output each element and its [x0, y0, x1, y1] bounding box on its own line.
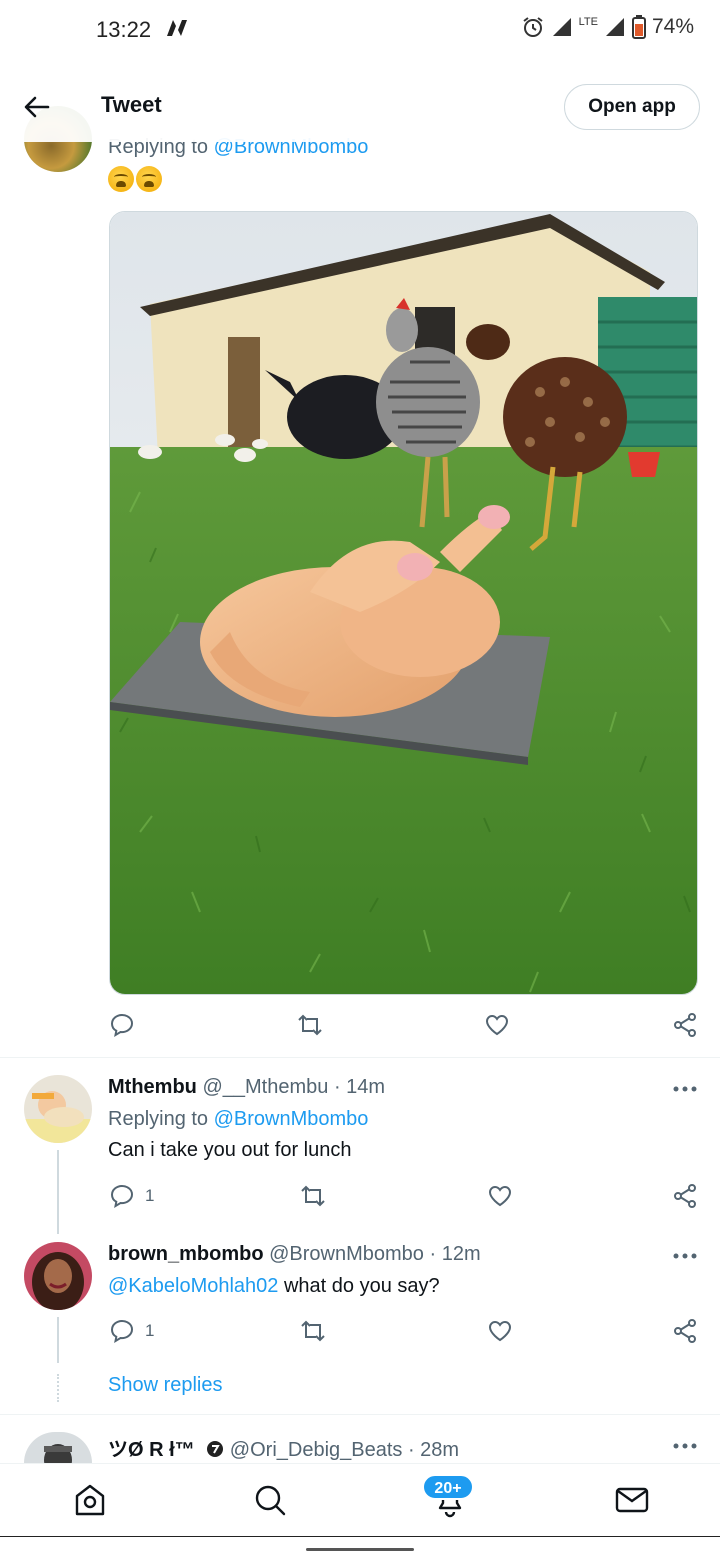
reply-count: 1	[145, 1321, 155, 1340]
heart-icon	[485, 1014, 509, 1036]
notifications-badge[interactable]: 20+	[422, 1474, 474, 1500]
replying-handle-link[interactable]: @BrownMbombo	[214, 1108, 369, 1130]
alarm-icon	[523, 17, 543, 37]
thread-line	[57, 1317, 59, 1363]
top-header: Tweet Open app	[0, 70, 720, 142]
retweet-icon	[301, 1320, 325, 1342]
system-home-bar	[0, 1536, 720, 1560]
avatar[interactable]	[24, 1075, 92, 1143]
reply-text: Can i take you out for lunch	[108, 1139, 352, 1161]
heart-icon	[488, 1320, 512, 1342]
share-action[interactable]	[672, 1318, 698, 1344]
like-action[interactable]	[487, 1183, 513, 1209]
battery-icon	[631, 15, 646, 39]
timestamp[interactable]: · 28m	[408, 1439, 459, 1461]
share-icon	[674, 1319, 696, 1343]
divider	[0, 1057, 720, 1058]
more-options-icon[interactable]	[672, 1084, 698, 1094]
divider	[0, 1414, 720, 1415]
tweet-photo[interactable]	[109, 211, 698, 995]
signal-icon-2	[605, 18, 624, 36]
comment-icon	[110, 1013, 134, 1038]
share-icon	[674, 1013, 696, 1037]
comment-icon	[110, 1319, 134, 1344]
tweet-emoji-text	[108, 166, 162, 192]
weary-face-emoji	[136, 166, 162, 192]
avatar[interactable]	[24, 1242, 92, 1310]
verified-icon	[207, 1441, 224, 1457]
retweet-icon	[301, 1185, 325, 1207]
search-icon[interactable]	[252, 1482, 288, 1518]
retweet-action[interactable]	[300, 1318, 326, 1344]
replying-prefix: Replying to	[108, 1108, 214, 1130]
more-options-icon[interactable]	[672, 1441, 698, 1451]
user-handle[interactable]: @Ori_Debig_Beats	[230, 1439, 403, 1461]
reply-action[interactable]	[109, 1012, 135, 1038]
reply-text-body: what do you say?	[278, 1275, 440, 1297]
bottom-navigation: 20+	[0, 1463, 720, 1535]
home-gesture-indicator[interactable]	[306, 1548, 414, 1551]
page-title: Tweet	[101, 92, 162, 117]
open-app-button[interactable]: Open app	[564, 84, 700, 130]
user-handle[interactable]: @__Mthembu	[202, 1076, 328, 1098]
like-action[interactable]	[487, 1318, 513, 1344]
signal-icon	[552, 18, 571, 36]
comment-icon	[110, 1184, 134, 1209]
display-name[interactable]: Mthembu	[108, 1076, 197, 1098]
status-icons: LTE 74%	[521, 15, 694, 39]
reply-count: 1	[145, 1186, 155, 1205]
share-action[interactable]	[672, 1012, 698, 1038]
reply-text: @KabeloMohlah02 what do you say?	[108, 1275, 440, 1298]
mail-icon[interactable]	[614, 1482, 650, 1518]
share-icon	[674, 1184, 696, 1208]
weary-face-emoji	[108, 166, 134, 192]
display-name[interactable]: brown_mbombo	[108, 1243, 264, 1265]
like-action[interactable]	[484, 1012, 510, 1038]
reply-header: Mthembu @__Mthembu · 14m	[108, 1076, 385, 1099]
reply-header: ツØ R ł™ @Ori_Debig_Beats · 28m	[108, 1433, 459, 1462]
show-replies-link[interactable]: Show replies	[108, 1374, 223, 1397]
reply-header: brown_mbombo @BrownMbombo · 12m	[108, 1243, 481, 1266]
display-name[interactable]: ツØ R ł™	[108, 1439, 195, 1461]
network-type: LTE	[578, 15, 598, 28]
avatar[interactable]	[24, 1432, 92, 1463]
reply-action[interactable]: 1	[109, 1318, 154, 1344]
retweet-action[interactable]	[297, 1012, 323, 1038]
reply-action[interactable]: 1	[109, 1183, 154, 1209]
battery-percent: 74%	[651, 15, 694, 38]
replying-to: Replying to @BrownMbombo	[108, 1108, 368, 1131]
home-icon[interactable]	[72, 1482, 108, 1518]
user-handle[interactable]: @BrownMbombo	[269, 1243, 424, 1265]
share-action[interactable]	[672, 1183, 698, 1209]
more-options-icon[interactable]	[672, 1251, 698, 1261]
retweet-action[interactable]	[300, 1183, 326, 1209]
timestamp[interactable]: · 12m	[429, 1243, 480, 1265]
status-bar: 13:22 LTE 74%	[0, 0, 720, 60]
status-time: 13:22	[96, 17, 152, 42]
thread-line	[57, 1150, 59, 1234]
timestamp[interactable]: · 14m	[334, 1076, 385, 1098]
back-arrow-icon[interactable]	[20, 90, 54, 124]
thread-more-dots	[57, 1374, 59, 1402]
mention-link[interactable]: @KabeloMohlah02	[108, 1275, 278, 1297]
retweet-icon	[298, 1014, 322, 1036]
nfc-icon	[164, 16, 190, 45]
heart-icon	[488, 1185, 512, 1207]
